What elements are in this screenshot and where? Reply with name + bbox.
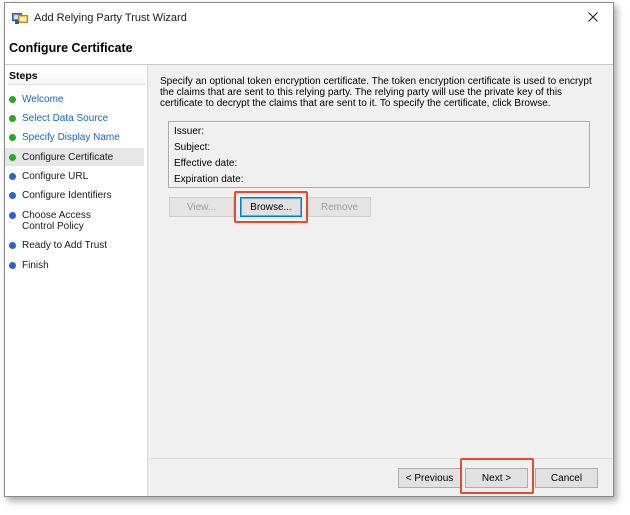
step-label: Ready to Add Trust xyxy=(22,240,108,251)
cancel-button[interactable]: Cancel xyxy=(535,468,598,488)
step-finish: Finish xyxy=(5,260,144,271)
step-label: Specify Display Name xyxy=(22,132,120,143)
completed-step-icon xyxy=(9,134,16,141)
pending-step-icon xyxy=(9,242,16,249)
step-select-data-source: Select Data Source xyxy=(5,113,144,124)
wizard-footer: < Previous Next > Cancel xyxy=(148,458,613,496)
certificate-details-box: Issuer: Subject: Effective date: Expirat… xyxy=(168,121,590,188)
pending-step-icon xyxy=(9,262,16,269)
effective-date-label: Effective date: xyxy=(174,158,238,169)
step-ready-to-add-trust: Ready to Add Trust xyxy=(5,240,144,251)
step-label: Configure Certificate xyxy=(22,152,114,163)
next-highlight-box xyxy=(460,458,534,494)
current-step-icon xyxy=(9,154,16,161)
instructions-text: Specify an optional token encryption cer… xyxy=(160,76,592,109)
view-button[interactable]: View... xyxy=(169,197,234,217)
step-label: Configure Identifiers xyxy=(22,190,112,201)
subject-label: Subject: xyxy=(174,142,211,153)
pending-step-icon xyxy=(9,212,16,219)
relying-party-trust-icon xyxy=(12,11,28,25)
previous-button[interactable]: < Previous xyxy=(398,468,461,488)
window-title: Add Relying Party Trust Wizard xyxy=(34,12,187,24)
step-specify-display-name: Specify Display Name xyxy=(5,132,144,143)
page-title: Configure Certificate xyxy=(9,41,133,55)
steps-sidebar: Steps Welcome Select Data Source Specify… xyxy=(5,65,148,496)
pending-step-icon xyxy=(9,192,16,199)
completed-step-icon xyxy=(9,96,16,103)
step-label: Configure URL xyxy=(22,171,89,182)
steps-header: Steps xyxy=(8,70,145,85)
close-button[interactable] xyxy=(581,7,605,29)
step-label: Finish xyxy=(22,260,49,271)
step-label: Welcome xyxy=(22,94,64,105)
main-panel: Specify an optional token encryption cer… xyxy=(148,65,613,496)
step-configure-identifiers: Configure Identifiers xyxy=(5,190,144,201)
step-label: Choose Access Control Policy xyxy=(22,210,91,232)
pending-step-icon xyxy=(9,173,16,180)
expiration-date-label: Expiration date: xyxy=(174,174,244,185)
step-configure-url: Configure URL xyxy=(5,171,144,182)
step-welcome: Welcome xyxy=(5,94,144,105)
browse-highlight-box xyxy=(234,191,308,223)
wizard-window: Add Relying Party Trust Wizard Configure… xyxy=(4,2,614,497)
step-configure-certificate: Configure Certificate xyxy=(5,148,144,166)
title-bar: Add Relying Party Trust Wizard xyxy=(5,3,613,33)
remove-button[interactable]: Remove xyxy=(308,197,371,217)
issuer-label: Issuer: xyxy=(174,126,205,137)
close-icon xyxy=(588,11,598,25)
completed-step-icon xyxy=(9,115,16,122)
step-choose-access-control-policy: Choose Access Control Policy xyxy=(5,210,125,232)
step-label: Select Data Source xyxy=(22,113,109,124)
